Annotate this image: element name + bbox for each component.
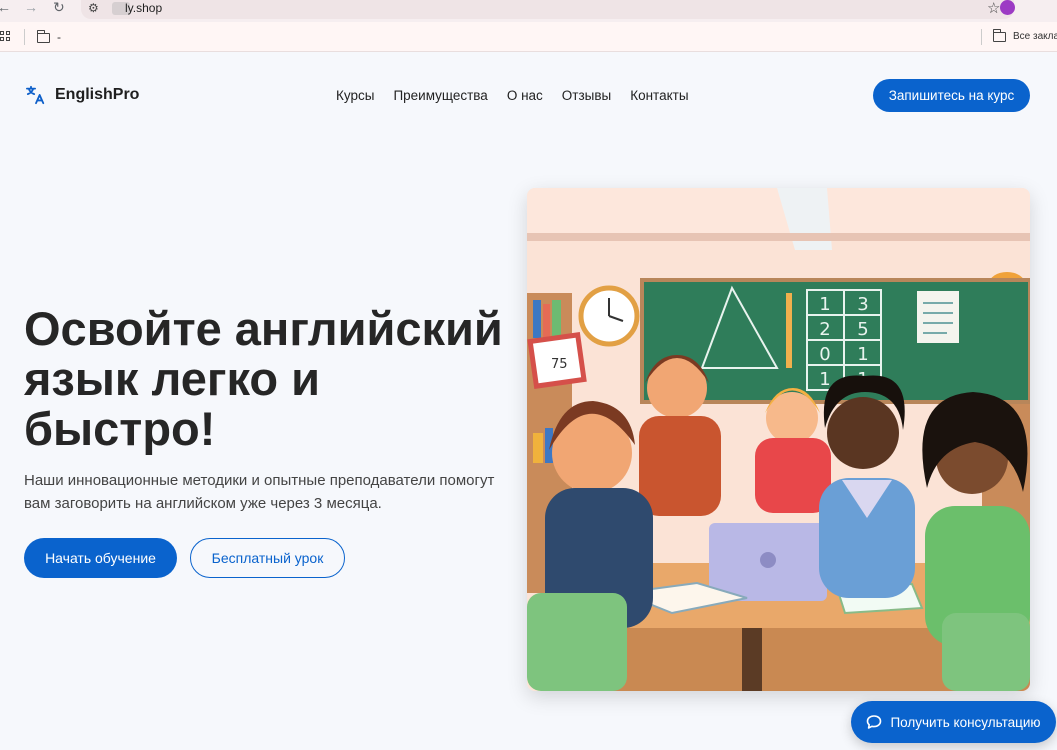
board-note (917, 291, 959, 343)
site-logo[interactable]: EnglishPro (55, 86, 139, 104)
board-number: 2 (819, 319, 830, 340)
bookmark-star-icon[interactable]: ☆ (987, 0, 1000, 17)
bookmarks-bar: - Все заклад (0, 22, 1057, 52)
nav-courses[interactable]: Курсы (336, 88, 374, 103)
bookmark-folder-label[interactable]: - (57, 30, 61, 44)
board-number: 0 (819, 344, 830, 365)
student-middle (827, 397, 899, 469)
apps-grid-icon[interactable] (0, 31, 10, 41)
main-nav: Курсы Преимущества О нас Отзывы Контакты (336, 88, 689, 103)
all-bookmarks-label[interactable]: Все заклад (1013, 31, 1057, 42)
folder-icon[interactable] (36, 30, 50, 43)
url-text: ly.shop (125, 1, 163, 15)
board-number: 1 (819, 294, 830, 315)
free-lesson-button[interactable]: Бесплатный урок (190, 538, 345, 578)
poster-number: 75 (551, 357, 568, 372)
board-number: 5 (857, 319, 868, 340)
nav-advantages[interactable]: Преимущества (393, 88, 487, 103)
browser-toolbar: ← → ↻ ⚙ ly.shop ☆ (0, 0, 1057, 22)
hero-subtitle: Наши инновационные методики и опытные пр… (24, 472, 495, 512)
classroom-illustration: 1 3 2 5 0 1 1 1 75 (527, 188, 1030, 691)
board-number: 1 (819, 369, 830, 390)
forward-arrow-icon[interactable]: → (24, 0, 38, 14)
board-number: 3 (857, 294, 868, 315)
translate-icon (25, 85, 45, 105)
profile-avatar[interactable] (1000, 0, 1015, 15)
bookmarks-divider (24, 29, 25, 45)
nav-reviews[interactable]: Отзывы (562, 88, 611, 103)
consultation-label: Получить консультацию (890, 714, 1041, 730)
nav-contacts[interactable]: Контакты (630, 88, 688, 103)
site-settings-icon[interactable]: ⚙ (88, 1, 99, 15)
all-bookmarks-folder-icon[interactable] (992, 29, 1006, 42)
enroll-button[interactable]: Запишитесь на курс (873, 79, 1030, 112)
address-bar[interactable]: ⚙ ly.shop ☆ (81, 0, 1014, 19)
start-learning-button[interactable]: Начать обучение (24, 538, 177, 578)
hero-title: Освойте английский язык легко и быстро! (24, 302, 503, 455)
nav-about[interactable]: О нас (507, 88, 543, 103)
back-arrow-icon[interactable]: ← (0, 0, 11, 14)
reload-icon[interactable]: ↻ (53, 0, 65, 14)
board-number: 1 (857, 344, 868, 365)
consultation-button[interactable]: Получить консультацию (851, 701, 1056, 743)
chat-bubble-icon (867, 715, 882, 729)
bookmarks-divider (981, 29, 982, 45)
chair (527, 593, 627, 691)
